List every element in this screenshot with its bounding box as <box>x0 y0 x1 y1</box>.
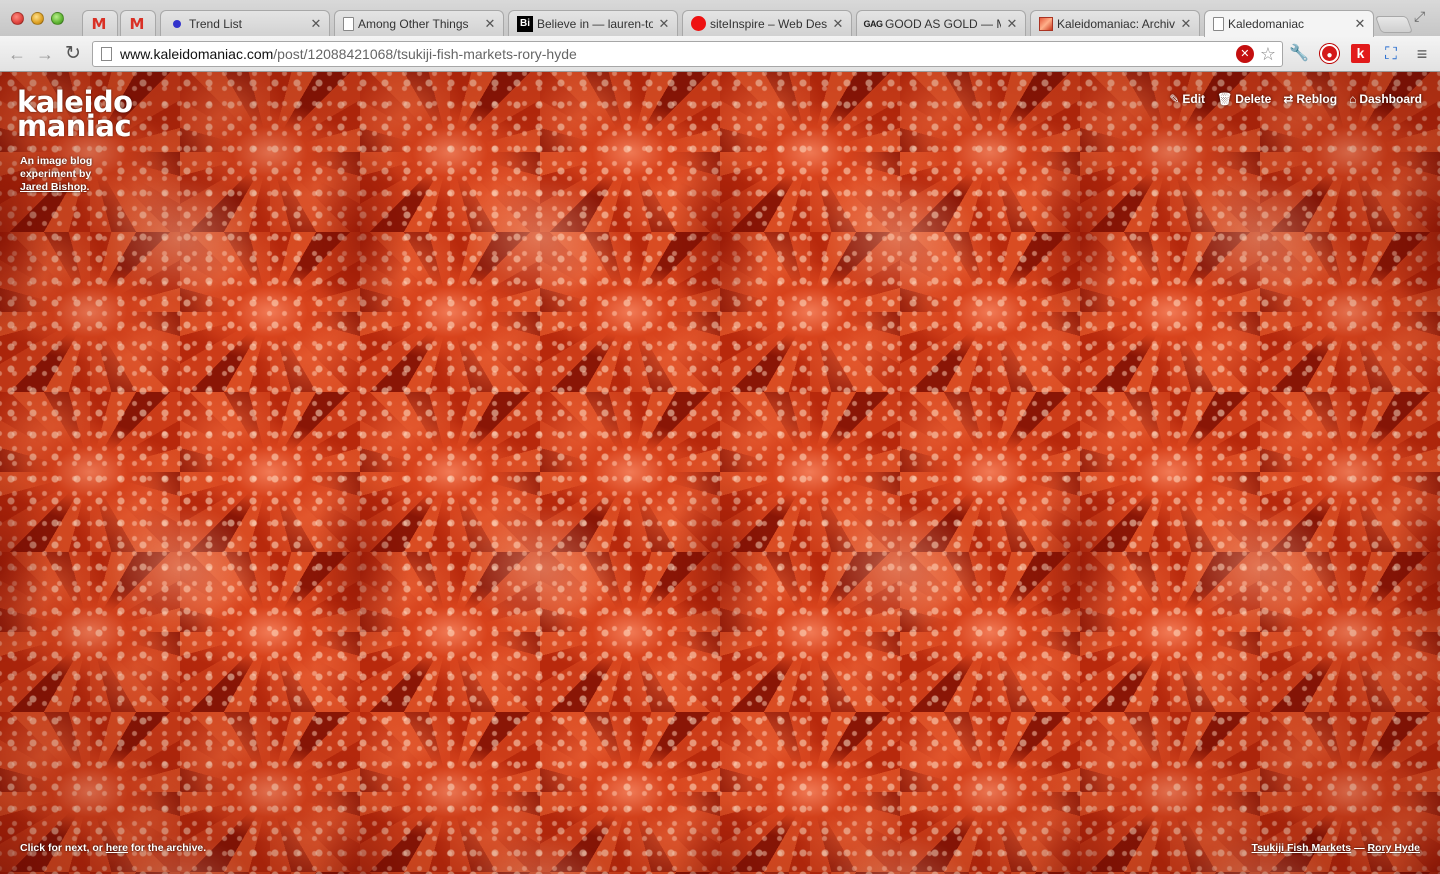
minimize-window-button[interactable] <box>31 12 44 25</box>
gmail-icon: M <box>91 14 107 33</box>
image-credit: Tsukiji Fish Markets — Rory Hyde <box>1252 842 1420 854</box>
close-window-button[interactable] <box>11 12 24 25</box>
tab-siteinspire[interactable]: siteInspire – Web Desi ✕ <box>682 10 852 36</box>
close-tab-icon[interactable]: ✕ <box>483 16 497 32</box>
logo-line-2: maniac <box>17 109 132 143</box>
tagline-text: An image blog experiment by <box>20 155 93 180</box>
footer-suffix: for the archive. <box>130 842 207 854</box>
tab-kaledomaniac[interactable]: Kaledomaniac ✕ <box>1204 10 1374 37</box>
delete-button[interactable]: 🗑 Delete <box>1217 92 1271 106</box>
edit-button[interactable]: ✎ Edit <box>1169 92 1205 106</box>
close-tab-icon[interactable]: ✕ <box>657 16 671 32</box>
tagline-suffix: . <box>86 181 90 193</box>
reblog-label: Reblog <box>1296 92 1338 106</box>
reblog-button[interactable]: ⇄ Reblog <box>1283 92 1337 106</box>
credit-separator: — <box>1354 842 1365 854</box>
delete-label: Delete <box>1235 92 1272 106</box>
screen-capture-icon[interactable]: ⛶ <box>1381 44 1401 64</box>
back-arrow-icon[interactable]: ← <box>6 43 28 65</box>
stop-extension-icon[interactable]: ✕ <box>1235 45 1254 63</box>
tab-among-other-things[interactable]: Among Other Things ✕ <box>334 10 504 36</box>
kaleidoscope-image[interactable]: kaleido maniac An image blog experiment … <box>0 72 1440 874</box>
tab-title: Kaleidomaniac: Archive <box>1057 16 1175 31</box>
page-icon <box>343 16 354 31</box>
wrench-icon[interactable]: 🔧 <box>1289 44 1309 64</box>
author-link[interactable]: Jared Bishop <box>20 181 87 193</box>
tab-gmail-2[interactable]: M <box>120 10 156 36</box>
tab-good-as-gold[interactable]: GAG GOOD AS GOLD — ME ✕ <box>856 10 1026 36</box>
site-logo[interactable]: kaleido maniac <box>17 88 133 143</box>
page-icon <box>101 47 112 61</box>
reload-icon[interactable]: ↻ <box>62 43 84 65</box>
close-tab-icon[interactable]: ✕ <box>309 16 323 32</box>
kaleido-icon <box>1039 16 1053 31</box>
trash-icon: 🗑 <box>1217 92 1233 106</box>
photographer-link[interactable]: Rory Hyde <box>1367 842 1420 854</box>
menu-icon[interactable]: ≡ <box>1412 44 1432 64</box>
bi-icon: Bi <box>517 15 533 32</box>
dashboard-button[interactable]: ⌂ Dashboard <box>1349 92 1422 106</box>
tab-gmail-1[interactable]: M <box>82 10 118 36</box>
dot-icon <box>169 16 185 32</box>
forward-arrow-icon[interactable]: → <box>34 43 56 65</box>
dashboard-label: Dashboard <box>1359 92 1422 106</box>
footer-navigation: Click for next, or here for the archive. <box>20 842 206 854</box>
url-host: www.kaleidomaniac.com <box>120 46 274 62</box>
bookmark-star-icon[interactable]: ☆ <box>1260 45 1276 63</box>
tab-strip: M M Trend List ✕ Among Other Things ✕ Bi… <box>0 0 1440 37</box>
gmail-icon: M <box>129 14 145 33</box>
kaleidoscope-pattern <box>0 72 1440 874</box>
page-icon <box>1213 17 1224 31</box>
fullscreen-icon[interactable]: ⤢ <box>1414 8 1430 24</box>
tab-believe-in[interactable]: Bi Believe in — lauren-to ✕ <box>508 10 678 36</box>
tagline: An image blog experiment by Jared Bishop… <box>20 155 120 194</box>
edit-icon: ✎ <box>1169 92 1180 106</box>
gag-icon: GAG <box>863 18 884 29</box>
address-bar[interactable]: www.kaleidomaniac.com/post/12088421068/t… <box>92 41 1283 67</box>
url-path: /post/12088421068/tsukiji-fish-markets-r… <box>273 46 577 62</box>
source-title-link[interactable]: Tsukiji Fish Markets <box>1252 842 1352 854</box>
close-tab-icon[interactable]: ✕ <box>831 16 845 32</box>
klout-icon[interactable]: k <box>1351 44 1371 64</box>
footer-prefix: Click for next, or <box>20 842 103 854</box>
adblock-icon[interactable]: ● <box>1320 44 1340 64</box>
siteinspire-icon <box>691 16 706 31</box>
tab-trend-list[interactable]: Trend List ✕ <box>160 10 330 36</box>
tab-title: Trend List <box>189 16 242 31</box>
close-tab-icon[interactable]: ✕ <box>1005 16 1019 32</box>
tab-title: GOOD AS GOLD — ME <box>885 16 1001 31</box>
home-icon: ⌂ <box>1349 92 1357 106</box>
tab-title: Kaledomaniac <box>1228 17 1305 31</box>
tab-title: Believe in — lauren-to <box>537 16 653 31</box>
close-tab-icon[interactable]: ✕ <box>1353 16 1367 32</box>
tab-title: Among Other Things <box>358 16 469 31</box>
tab-title: siteInspire – Web Desi <box>710 16 827 31</box>
reblog-icon: ⇄ <box>1283 92 1294 106</box>
zoom-window-button[interactable] <box>51 12 64 25</box>
tab-kaleidomaniac-archive[interactable]: Kaleidomaniac: Archive ✕ <box>1030 10 1200 36</box>
edit-label: Edit <box>1182 92 1206 106</box>
tumblr-controls: ✎ Edit 🗑 Delete ⇄ Reblog ⌂ Dashboard <box>1169 92 1422 106</box>
browser-toolbar: ← → ↻ www.kaleidomaniac.com/post/1208842… <box>0 36 1440 72</box>
new-tab-button[interactable] <box>1374 16 1414 33</box>
close-tab-icon[interactable]: ✕ <box>1179 16 1193 32</box>
archive-link[interactable]: here <box>106 842 128 854</box>
